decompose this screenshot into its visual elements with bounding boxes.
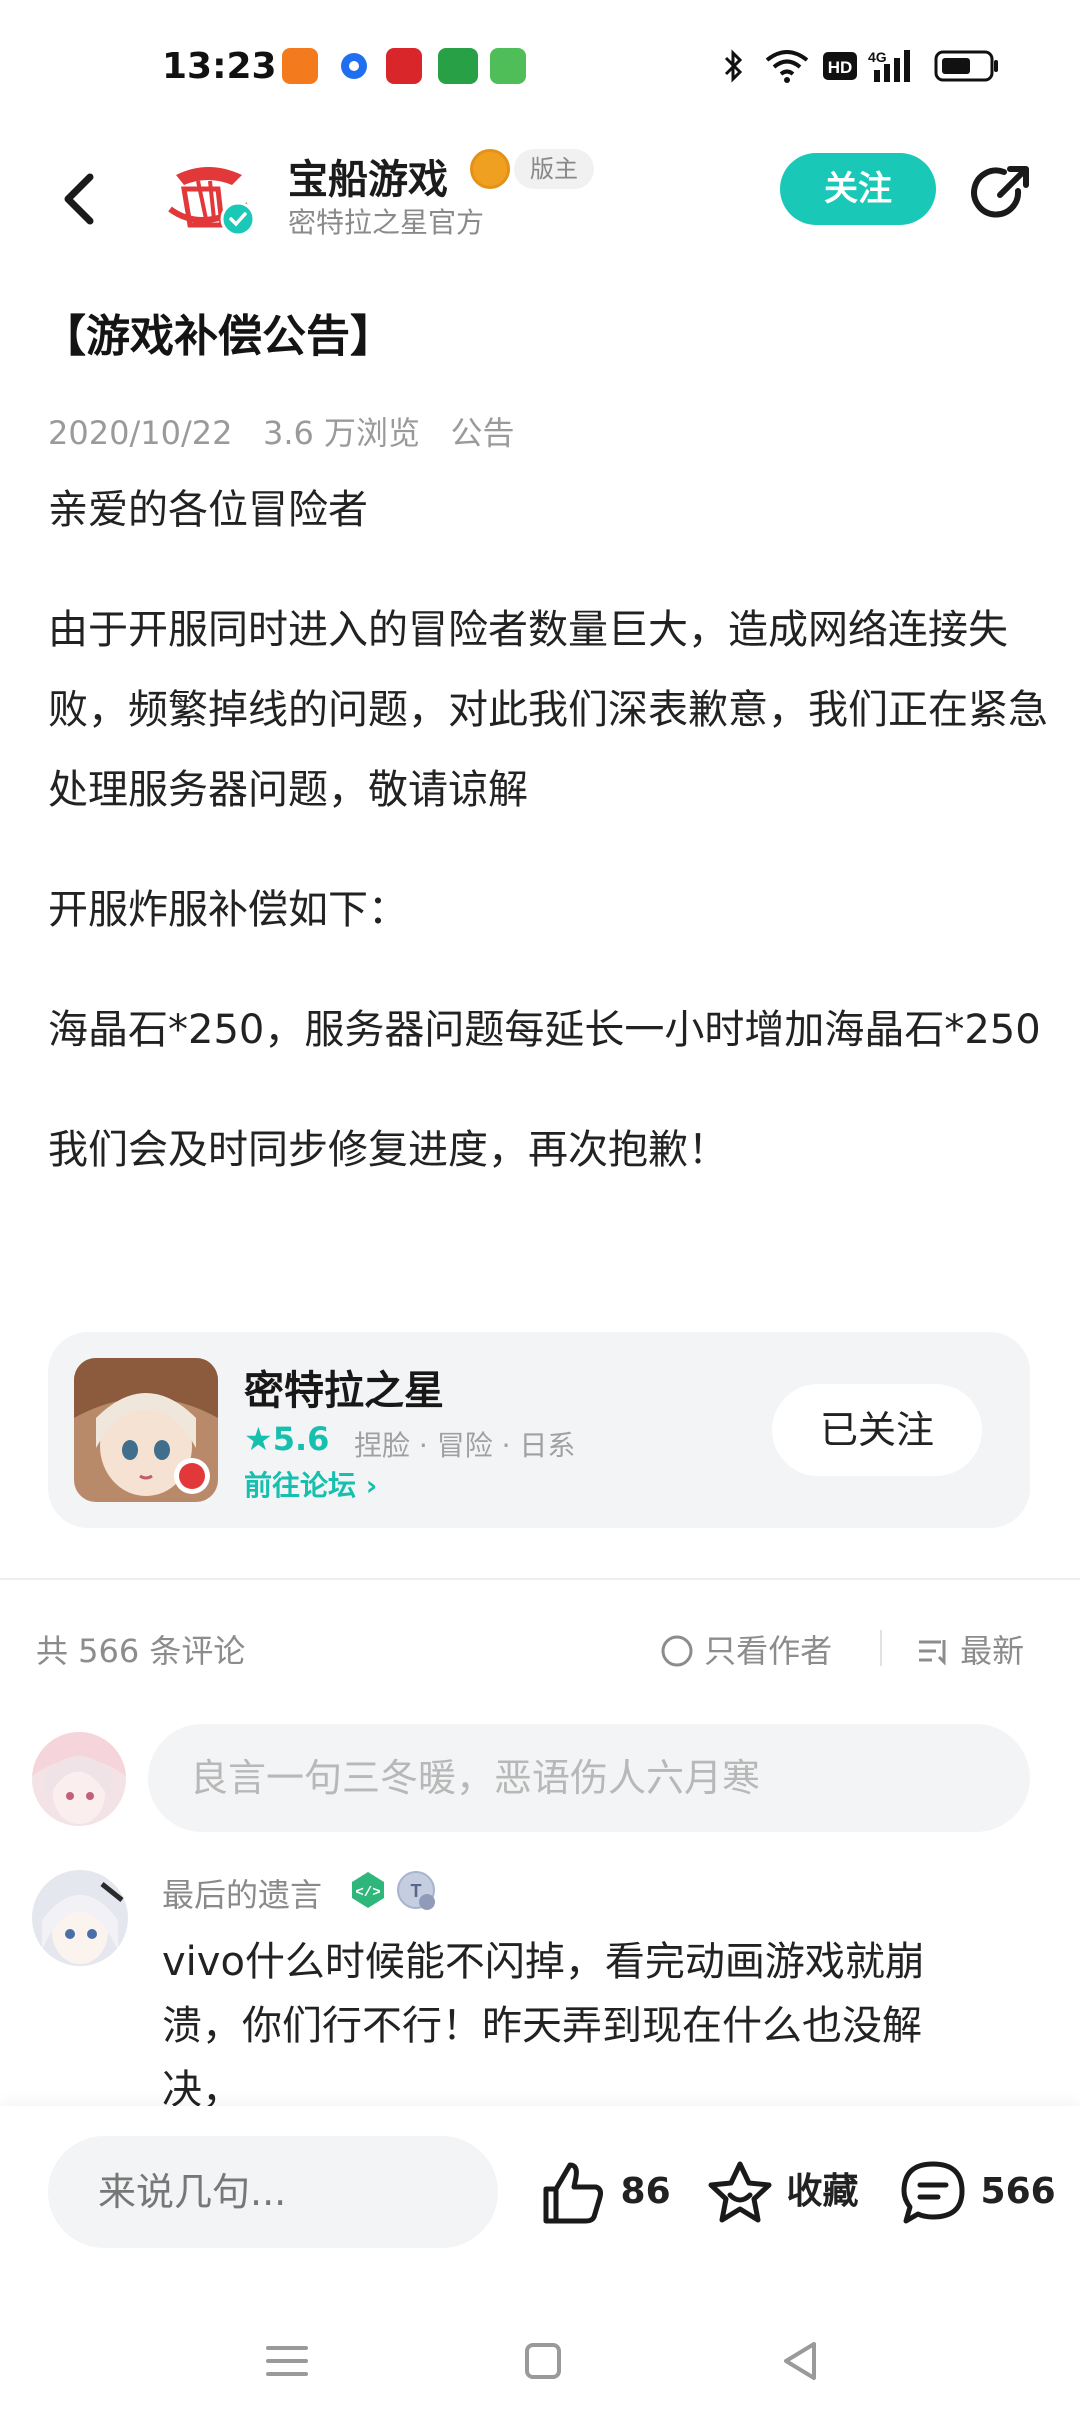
article-body: 亲爱的各位冒险者 由于开服同时进入的冒险者数量巨大，造成网络连接失败，频繁掉线的…: [48, 470, 1048, 1230]
post-header: 宝船游戏 版主 密特拉之星官方 关注: [0, 135, 1080, 265]
star-icon: ★: [244, 1420, 273, 1458]
game-name[interactable]: 密特拉之星: [244, 1358, 444, 1416]
sort-label: 最新: [960, 1632, 1025, 1670]
svg-text:4G: 4G: [868, 49, 887, 65]
article-paragraph: 亲爱的各位冒险者: [48, 487, 368, 533]
section-divider: [0, 1578, 1080, 1580]
messenger-icon: [336, 48, 372, 84]
bottom-action-bar: 来说几句... 86 收藏 566: [0, 2106, 1080, 2412]
back-triangle-icon[interactable]: [776, 2336, 826, 2386]
article-views: 3.6 万浏览: [262, 414, 421, 452]
publisher-subtitle: 密特拉之星官方: [288, 206, 485, 239]
followed-button[interactable]: 已关注: [772, 1384, 982, 1476]
like-count: 86: [620, 2171, 671, 2212]
developer-badge-icon: </>: [348, 1870, 388, 1914]
level-medal-icon: T: [396, 1870, 438, 1916]
comment-input[interactable]: 良言一句三冬暖，恶语伤人六月寒: [148, 1724, 1030, 1832]
star-outline-icon: [708, 2161, 772, 2223]
oppo-store-icon: [438, 48, 478, 84]
status-time: 13:23: [162, 46, 277, 87]
article-paragraph: 海晶石*250，服务器问题每延长一小时增加海晶石*250: [48, 1007, 1041, 1053]
wifi-icon: [764, 48, 810, 84]
current-user-avatar: [32, 1732, 126, 1826]
commenter-avatar[interactable]: [32, 1870, 128, 1966]
game-rating: ★5.6: [244, 1420, 329, 1458]
goto-forum-link[interactable]: 前往论坛 ›: [244, 1464, 377, 1504]
commenter-name[interactable]: 最后的遗言: [162, 1870, 322, 1916]
publisher-name[interactable]: 宝船游戏: [288, 147, 448, 205]
comment-count-bottom: 566: [980, 2171, 1056, 2212]
signal-4g-icon: 4G: [868, 48, 918, 84]
like-button[interactable]: 86: [540, 2156, 671, 2228]
battery-icon: [934, 48, 1000, 84]
home-square-icon[interactable]: [518, 2336, 568, 2386]
status-bar: 13:23 HD 4G: [0, 0, 1080, 130]
svg-text:</>: </>: [355, 1885, 380, 1901]
forum-card[interactable]: 密特拉之星 ★5.6 捏脸 · 冒险 · 日系 前往论坛 › 已关注: [48, 1332, 1030, 1528]
article-title: 【游戏补偿公告】: [42, 311, 394, 362]
svg-text:HD: HD: [828, 58, 853, 77]
comment-text: vivo什么时候能不闪掉，看完动画游戏就崩溃，你们行不行！昨天弄到现在什么也没解…: [162, 1939, 925, 2113]
article-meta: 2020/10/22 3.6 万浏览 公告: [48, 408, 515, 454]
game-thumbnail[interactable]: [74, 1358, 218, 1502]
menu-icon[interactable]: [262, 2336, 312, 2386]
article-paragraph: 我们会及时同步修复进度，再次抱歉！: [48, 1127, 728, 1173]
radio-circle-icon: [661, 1635, 693, 1667]
level-badge-icon: [470, 149, 510, 189]
article-paragraph: 由于开服同时进入的冒险者数量巨大，造成网络连接失败，频繁掉线的问题，对此我们深表…: [48, 607, 1048, 813]
article-paragraph: 开服炸服补偿如下：: [48, 887, 408, 933]
hd-icon: HD: [822, 48, 858, 84]
goto-forum-label: 前往论坛: [244, 1469, 357, 1502]
article: 【游戏补偿公告】 2020/10/22 3.6 万浏览 公告 亲爱的各位冒险者 …: [42, 300, 1048, 1173]
rating-value: 5.6: [272, 1420, 330, 1458]
sort-latest[interactable]: 最新: [916, 1626, 1024, 1672]
bluetooth-icon: [722, 48, 746, 84]
share-icon[interactable]: [968, 161, 1034, 227]
sort-icon: [919, 1640, 946, 1666]
comments-button[interactable]: 566: [898, 2156, 1056, 2228]
back-button[interactable]: [52, 159, 112, 239]
taobao-app-icon: [282, 48, 318, 84]
favorite-label: 收藏: [786, 2171, 859, 2212]
red-app-icon: [386, 48, 422, 84]
comment-count: 共 566 条评论: [36, 1632, 246, 1670]
filter-separator: [880, 1630, 882, 1666]
reply-input[interactable]: 来说几句...: [48, 2136, 498, 2248]
wechat-icon: [490, 48, 526, 84]
moderator-tag: 版主: [514, 149, 594, 189]
publisher-avatar[interactable]: [162, 145, 258, 241]
follow-button[interactable]: 关注: [780, 153, 936, 225]
article-category: 公告: [450, 414, 515, 452]
only-author-label: 只看作者: [704, 1632, 833, 1670]
only-author-filter[interactable]: 只看作者: [660, 1626, 832, 1672]
game-tags: 捏脸 · 冒险 · 日系: [354, 1429, 576, 1462]
thumbs-up-icon: [543, 2162, 603, 2224]
chevron-right-icon: ›: [365, 1469, 378, 1502]
article-date: 2020/10/22: [48, 414, 233, 452]
svg-text:T: T: [411, 1881, 422, 1901]
favorite-button[interactable]: 收藏: [706, 2156, 859, 2228]
comment-bubble-icon: [901, 2161, 965, 2224]
